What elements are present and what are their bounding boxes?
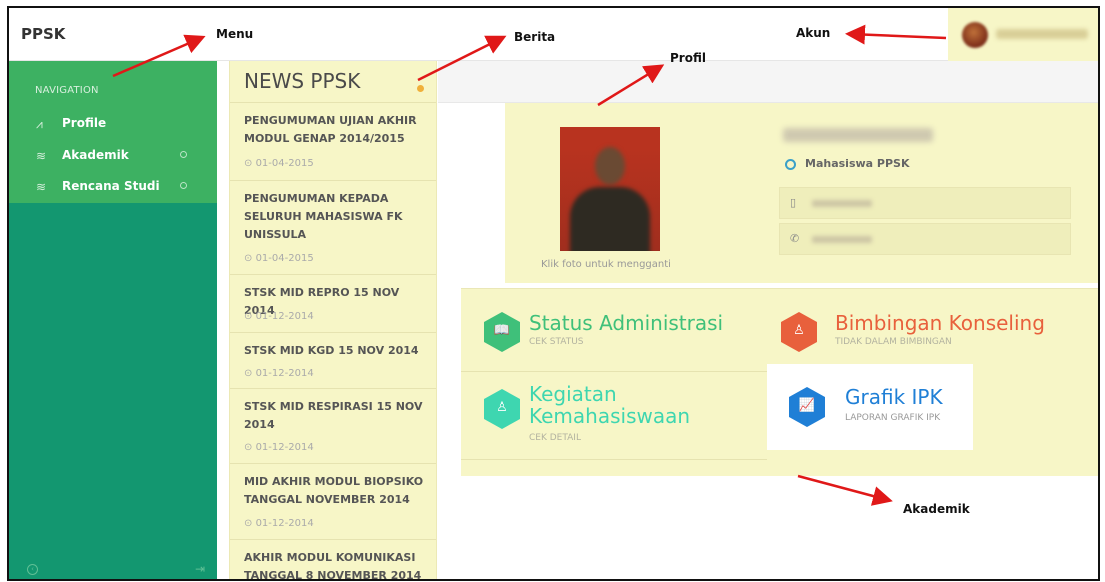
expand-indicator bbox=[180, 151, 187, 158]
collapse-sidebar-icon[interactable]: ‹ bbox=[27, 564, 38, 575]
card-subtitle: CEK STATUS bbox=[529, 337, 584, 347]
user-icon: ♙ bbox=[484, 389, 520, 429]
card-subtitle: CEK DETAIL bbox=[529, 433, 581, 443]
nav-title: NAVIGATION bbox=[35, 85, 99, 96]
brand-logo[interactable]: PPSK bbox=[21, 25, 65, 43]
sidebar-item-label: Rencana Studi bbox=[62, 179, 160, 193]
news-item[interactable]: PENGUMUMAN UJIAN AKHIR MODUL GENAP 2014/… bbox=[230, 103, 436, 181]
news-title: NEWS PPSK bbox=[244, 69, 361, 93]
sidebar-item-label: Akademik bbox=[62, 148, 129, 162]
circle-icon bbox=[785, 159, 796, 170]
news-item-date: ⊙ 01-04-2015 bbox=[244, 158, 314, 169]
news-item[interactable]: STSK MID RESPIRASI 15 NOV 2014 ⊙ 01-12-2… bbox=[230, 389, 436, 464]
profile-photo[interactable] bbox=[560, 127, 660, 251]
news-panel: NEWS PPSK PENGUMUMAN UJIAN AKHIR MODUL G… bbox=[229, 61, 437, 579]
divider bbox=[461, 371, 767, 372]
layers-icon: ≋ bbox=[36, 180, 47, 194]
card-title[interactable]: Grafik IPK bbox=[845, 386, 943, 408]
users-icon: ♙ bbox=[781, 312, 817, 352]
news-item-date: ⊙ 01-12-2014 bbox=[244, 442, 314, 453]
card-bimbingan-konseling[interactable]: ♙ Bimbingan Konseling TIDAK DALAM BIMBIN… bbox=[767, 289, 1077, 371]
photo-caption: Klik foto untuk mengganti bbox=[541, 259, 671, 270]
card-subtitle: TIDAK DALAM BIMBINGAN bbox=[835, 337, 952, 347]
card-kegiatan-kemahasiswaan[interactable]: ♙ Kegiatan Kemahasiswaan CEK DETAIL bbox=[461, 375, 767, 457]
chart-icon: 📈 bbox=[789, 387, 825, 427]
phone-icon: ✆ bbox=[790, 232, 800, 245]
card-title[interactable]: Status Administrasi bbox=[529, 312, 723, 334]
card-subtitle: LAPORAN GRAFIK IPK bbox=[845, 413, 941, 423]
sidebar-item-rencana-studi[interactable]: ≋ Rencana Studi bbox=[9, 174, 217, 200]
card-title[interactable]: Bimbingan Konseling bbox=[835, 312, 1045, 334]
phone-field: ▯ bbox=[779, 187, 1071, 219]
news-item-title[interactable]: AKHIR MODUL KOMUNIKASI TANGGAL 8 NOVEMBE… bbox=[244, 549, 424, 579]
card-title[interactable]: Kegiatan Kemahasiswaan bbox=[529, 383, 729, 427]
sidebar-item-profile[interactable]: ⩘ Profile bbox=[9, 111, 217, 137]
telephone-field: ✆ bbox=[779, 223, 1071, 255]
news-item-date: ⊙ 01-12-2014 bbox=[244, 368, 314, 379]
news-header: NEWS PPSK bbox=[230, 61, 436, 103]
sidebar-item-label: Profile bbox=[62, 116, 107, 130]
mobile-icon: ▯ bbox=[790, 196, 797, 209]
news-item[interactable]: STSK MID REPRO 15 NOV 2014 ⊙ 01-12-2014 bbox=[230, 275, 436, 333]
status-dot bbox=[417, 85, 424, 92]
akademik-panel: 📖 Status Administrasi CEK STATUS ♙ Bimbi… bbox=[461, 288, 1098, 476]
news-item-title[interactable]: PENGUMUMAN KEPADA SELURUH MAHASISWA FK U… bbox=[244, 190, 424, 244]
card-grafik-ipk[interactable]: 📈 Grafik IPK LAPORAN GRAFIK IPK bbox=[767, 364, 973, 450]
annotation-berita: Berita bbox=[514, 30, 556, 44]
telephone-value-blurred bbox=[812, 236, 872, 243]
divider bbox=[461, 459, 767, 460]
layers-icon: ≋ bbox=[36, 149, 47, 163]
annotation-akademik: Akademik bbox=[903, 502, 970, 516]
news-item[interactable]: AKHIR MODUL KOMUNIKASI TANGGAL 8 NOVEMBE… bbox=[230, 540, 436, 579]
annotation-akun: Akun bbox=[796, 26, 831, 40]
profile-panel: Klik foto untuk mengganti Mahasiswa PPSK… bbox=[505, 103, 1098, 283]
profile-name-blurred bbox=[783, 128, 933, 142]
phone-value-blurred bbox=[812, 200, 872, 207]
annotation-menu: Menu bbox=[216, 27, 254, 41]
account-name-blurred bbox=[996, 29, 1088, 39]
card-status-administrasi[interactable]: 📖 Status Administrasi CEK STATUS bbox=[461, 289, 767, 371]
content-toolbar bbox=[438, 61, 1098, 103]
news-item-title[interactable]: PENGUMUMAN UJIAN AKHIR MODUL GENAP 2014/… bbox=[244, 112, 424, 148]
news-item-title[interactable]: MID AKHIR MODUL BIOPSIKO TANGGAL NOVEMBE… bbox=[244, 473, 424, 509]
news-item-title[interactable]: STSK MID KGD 15 NOV 2014 bbox=[244, 342, 424, 360]
news-item-date: ⊙ 01-12-2014 bbox=[244, 311, 314, 322]
annotation-profil: Profil bbox=[670, 51, 706, 65]
account-menu[interactable] bbox=[948, 8, 1098, 61]
avatar[interactable] bbox=[962, 22, 988, 48]
screenshot-frame: PPSK NAVIGATION ⩘ Profile ≋ Akademik ≋ R… bbox=[7, 6, 1100, 581]
sidebar-item-akademik[interactable]: ≋ Akademik bbox=[9, 143, 217, 169]
profile-role: Mahasiswa PPSK bbox=[805, 157, 910, 170]
news-item[interactable]: STSK MID KGD 15 NOV 2014 ⊙ 01-12-2014 bbox=[230, 333, 436, 389]
expand-indicator bbox=[180, 182, 187, 189]
chart-line-icon: ⩘ bbox=[36, 117, 43, 131]
logout-icon[interactable]: ⇥ bbox=[195, 562, 205, 576]
book-icon: 📖 bbox=[484, 312, 520, 352]
news-item-date: ⊙ 01-12-2014 bbox=[244, 518, 314, 529]
sidebar: NAVIGATION ⩘ Profile ≋ Akademik ≋ Rencan… bbox=[9, 61, 217, 579]
navigation-panel: NAVIGATION ⩘ Profile ≋ Akademik ≋ Rencan… bbox=[9, 61, 217, 203]
news-item[interactable]: PENGUMUMAN KEPADA SELURUH MAHASISWA FK U… bbox=[230, 181, 436, 275]
news-item-title[interactable]: STSK MID RESPIRASI 15 NOV 2014 bbox=[244, 398, 424, 434]
news-item[interactable]: MID AKHIR MODUL BIOPSIKO TANGGAL NOVEMBE… bbox=[230, 464, 436, 540]
news-item-date: ⊙ 01-04-2015 bbox=[244, 253, 314, 264]
